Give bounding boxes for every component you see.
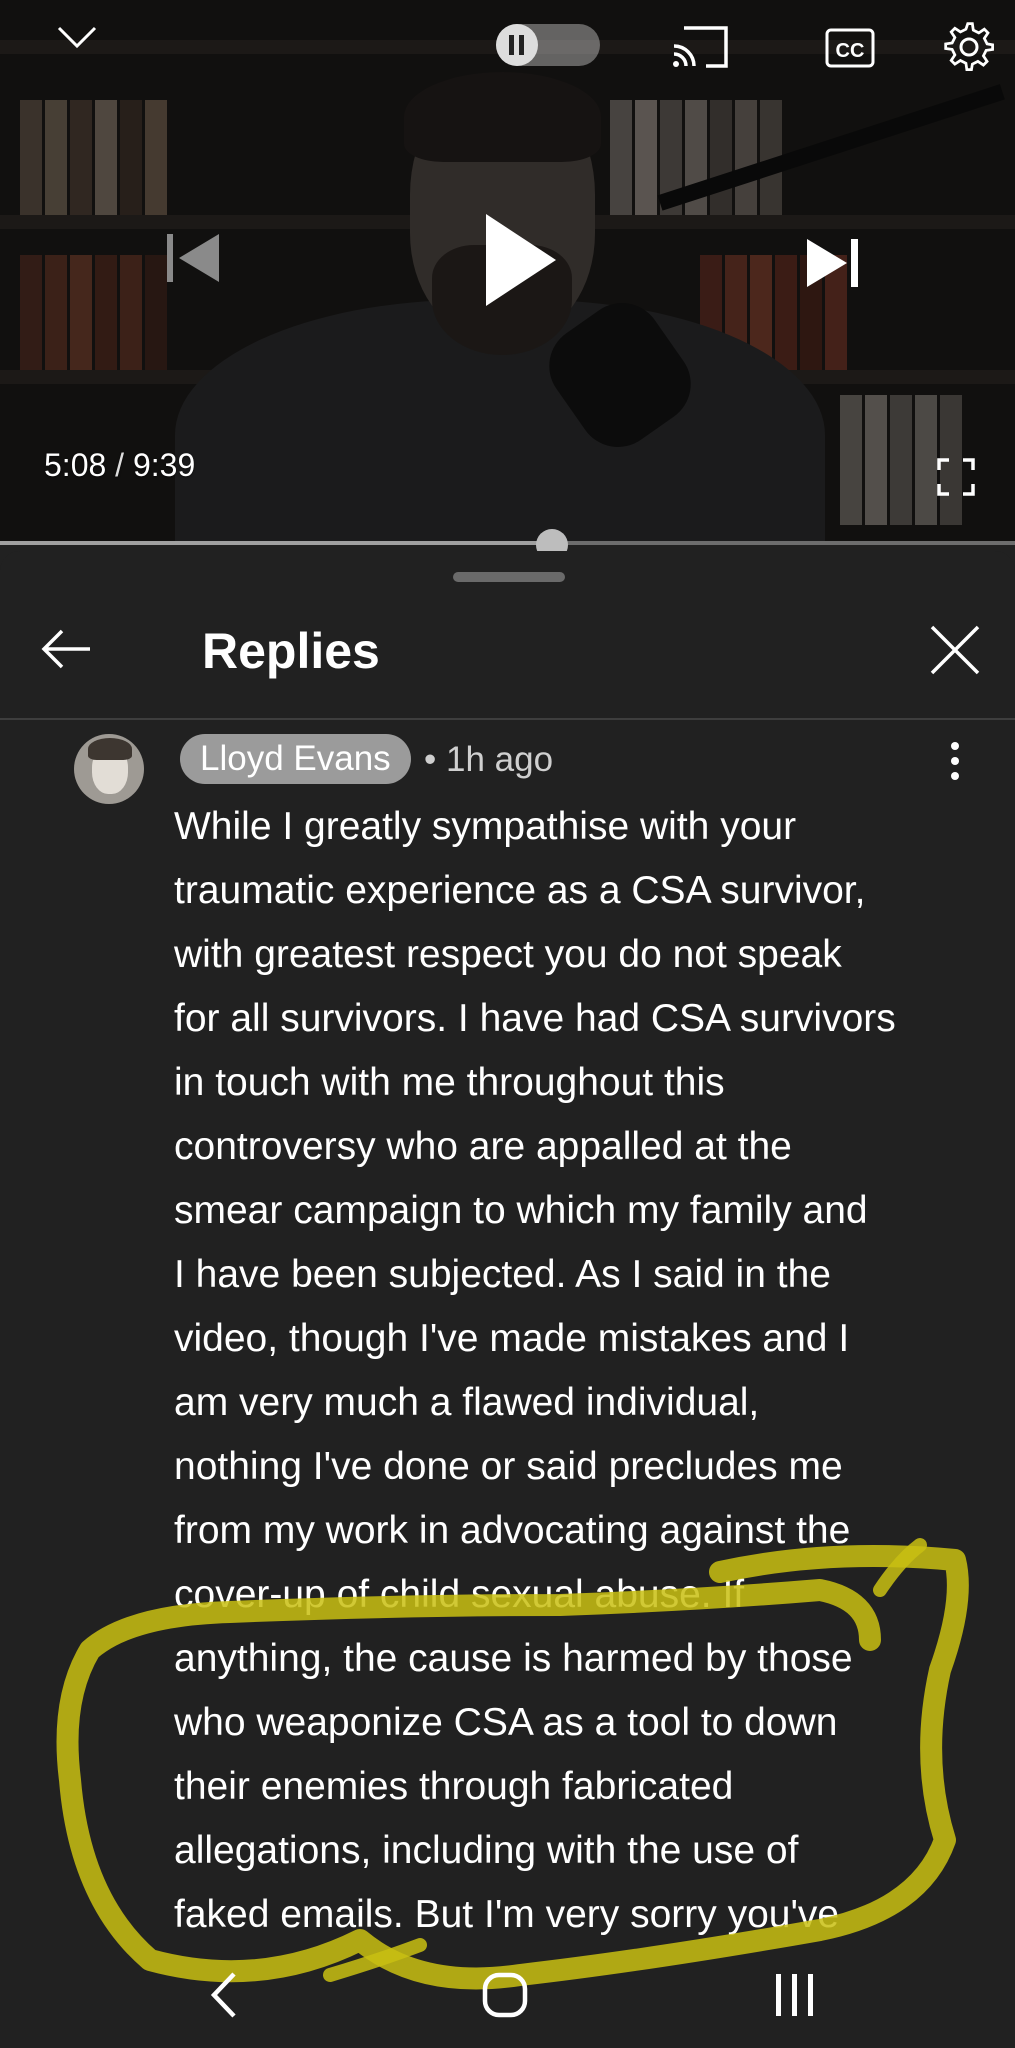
comment-timestamp: • 1h ago bbox=[424, 740, 554, 779]
close-button[interactable] bbox=[926, 621, 984, 679]
comment-line: nothing I've done or said precludes me bbox=[174, 1445, 843, 1488]
system-nav-bar bbox=[0, 1940, 1015, 2048]
gear-icon bbox=[944, 22, 994, 72]
comment-line: I have been subjected. As I said in the bbox=[174, 1253, 831, 1296]
comment-text: While I greatly sympathise with your trau… bbox=[174, 795, 984, 1947]
comment-line: who weaponize CSA as a tool to down bbox=[174, 1701, 838, 1744]
next-video-button[interactable] bbox=[805, 235, 861, 291]
comment-line: smear campaign to which my family and bbox=[174, 1189, 868, 1232]
video-duration: 9:39 bbox=[132, 447, 196, 483]
comment-line: faked emails. But I'm very sorry you've bbox=[174, 1893, 840, 1936]
divider bbox=[0, 718, 1015, 720]
progress-fill bbox=[0, 541, 553, 545]
current-time: 5:08 bbox=[44, 447, 107, 483]
nav-recent-icon bbox=[776, 1974, 813, 2016]
settings-button[interactable] bbox=[942, 20, 996, 74]
panel-title: Replies bbox=[202, 623, 380, 679]
avatar[interactable] bbox=[74, 734, 144, 804]
skip-previous-icon bbox=[167, 234, 219, 282]
arrow-left-icon bbox=[41, 629, 90, 669]
comment-line: anything, the cause is harmed by those bbox=[174, 1637, 853, 1680]
fullscreen-icon bbox=[937, 458, 975, 496]
skip-next-icon bbox=[807, 239, 858, 287]
more-vert-icon bbox=[951, 742, 959, 780]
play-icon bbox=[486, 214, 556, 306]
comment-line: While I greatly sympathise with your bbox=[174, 805, 797, 848]
play-button[interactable] bbox=[480, 210, 560, 310]
previous-video-button[interactable] bbox=[165, 230, 221, 286]
cast-button[interactable] bbox=[670, 22, 730, 72]
fullscreen-button[interactable] bbox=[937, 458, 975, 496]
replies-panel: Replies Lloyd Evans • 1h ago While I gre… bbox=[0, 551, 1015, 2048]
video-player[interactable]: CC 5:08 / 9:39 bbox=[0, 0, 1015, 545]
cast-icon bbox=[673, 26, 728, 68]
nav-home-icon bbox=[482, 1972, 528, 2018]
svg-text:CC: CC bbox=[836, 40, 865, 62]
nav-back-button[interactable] bbox=[190, 1960, 260, 2030]
pause-icon bbox=[496, 24, 538, 66]
time-separator: / bbox=[115, 447, 125, 483]
comment-line: for all survivors. I have had CSA surviv… bbox=[174, 997, 896, 1040]
comment-line: from my work in advocating against the bbox=[174, 1509, 851, 1552]
cc-icon: CC bbox=[825, 28, 875, 68]
drag-handle[interactable] bbox=[453, 572, 565, 582]
comment-line: am very much a flawed individual, bbox=[174, 1381, 760, 1424]
progress-bar[interactable] bbox=[0, 541, 1015, 545]
comment-line: allegations, including with the use of bbox=[174, 1829, 799, 1872]
chevron-down-icon bbox=[57, 26, 97, 49]
comment-line: video, though I've made mistakes and I bbox=[174, 1317, 850, 1360]
avatar-hair bbox=[88, 738, 132, 760]
nav-home-button[interactable] bbox=[470, 1960, 540, 2030]
close-icon bbox=[930, 625, 980, 675]
comment-line: traumatic experience as a CSA survivor, bbox=[174, 869, 866, 912]
comment-line: their enemies through fabricated bbox=[174, 1765, 734, 1808]
comment-line: cover-up of child sexual abuse. If bbox=[174, 1573, 745, 1616]
minimize-button[interactable] bbox=[55, 22, 99, 52]
author-name-chip[interactable]: Lloyd Evans bbox=[180, 734, 411, 784]
more-options-button[interactable] bbox=[940, 736, 970, 786]
autoplay-toggle[interactable] bbox=[496, 24, 600, 66]
nav-recent-apps-button[interactable] bbox=[760, 1960, 830, 2030]
captions-button[interactable]: CC bbox=[825, 28, 875, 68]
time-display: 5:08 / 9:39 bbox=[44, 447, 195, 484]
comment-line: with greatest respect you do not speak bbox=[174, 933, 842, 976]
nav-back-icon bbox=[210, 1972, 236, 2018]
comment-line: controversy who are appalled at the bbox=[174, 1125, 792, 1168]
comment-line: in touch with me throughout this bbox=[174, 1061, 725, 1104]
back-button[interactable] bbox=[38, 621, 94, 677]
